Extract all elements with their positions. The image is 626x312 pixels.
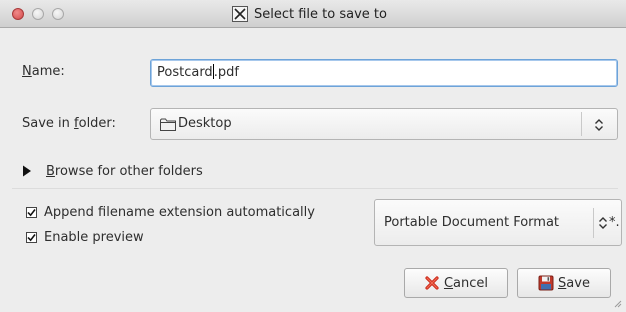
- section-divider: [12, 188, 618, 189]
- window-maximize-icon[interactable]: [52, 8, 64, 20]
- triangle-right-icon: [23, 165, 31, 177]
- filename-text-after-cursor: .pdf: [213, 65, 239, 80]
- filename-text-before-cursor: Postcard: [157, 65, 213, 80]
- append-extension-checkbox[interactable]: [26, 207, 37, 218]
- browse-other-folders-expander[interactable]: Browse for other folders: [22, 161, 203, 181]
- window-title: Select file to save to: [254, 6, 387, 22]
- save-button[interactable]: Save: [517, 268, 611, 298]
- x-window-icon: [232, 6, 248, 22]
- folder-icon: [160, 118, 176, 131]
- browse-label: Browse for other folders: [46, 164, 203, 179]
- file-format-combo[interactable]: Portable Document Format *.: [374, 199, 622, 246]
- enable-preview-checkbox[interactable]: [26, 232, 37, 243]
- enable-preview-label: Enable preview: [44, 230, 144, 245]
- window-minimize-icon[interactable]: [32, 8, 44, 20]
- name-label-rest: ame:: [31, 64, 65, 79]
- floppy-disk-icon: [538, 275, 554, 291]
- browse-label-mnemonic: B: [46, 163, 55, 179]
- save-folder-value: Desktop: [178, 116, 232, 131]
- folder-label-rest: older:: [78, 116, 116, 131]
- enable-preview-checkbox-row[interactable]: Enable preview: [26, 230, 144, 245]
- browse-label-rest: rowse for other folders: [54, 163, 203, 179]
- save-label: Save: [558, 276, 590, 291]
- cancel-x-icon: [425, 276, 439, 290]
- filename-input[interactable]: Postcard.pdf: [150, 59, 618, 87]
- title-bar: Select file to save to: [0, 0, 626, 28]
- window-title-group: Select file to save to: [232, 5, 387, 23]
- combo-separator: [593, 208, 594, 238]
- resize-grip-icon[interactable]: [614, 300, 622, 308]
- cancel-label-rest: ancel: [453, 275, 489, 291]
- up-down-arrow-icon: [599, 217, 607, 229]
- up-down-arrow-icon: [595, 119, 603, 131]
- file-format-suffix: *.: [609, 215, 620, 230]
- checkmark-icon: [27, 234, 36, 242]
- save-label-rest: ave: [566, 275, 590, 291]
- file-format-value: Portable Document Format: [384, 215, 560, 230]
- window-close-icon[interactable]: [12, 8, 24, 20]
- save-folder-combo[interactable]: Desktop: [150, 108, 618, 140]
- name-label: Name:: [22, 64, 65, 79]
- folder-label: Save in folder:: [22, 116, 116, 131]
- cancel-button[interactable]: Cancel: [404, 268, 508, 298]
- checkmark-icon: [27, 209, 36, 217]
- cancel-label-mnemonic: C: [443, 275, 454, 291]
- append-extension-label: Append filename extension automatically: [44, 205, 315, 220]
- cancel-label: Cancel: [444, 276, 488, 291]
- name-label-mnemonic: N: [22, 64, 32, 79]
- append-extension-checkbox-row[interactable]: Append filename extension automatically: [26, 205, 315, 220]
- combo-separator: [581, 112, 582, 136]
- folder-label-prefix: Save in: [22, 116, 75, 131]
